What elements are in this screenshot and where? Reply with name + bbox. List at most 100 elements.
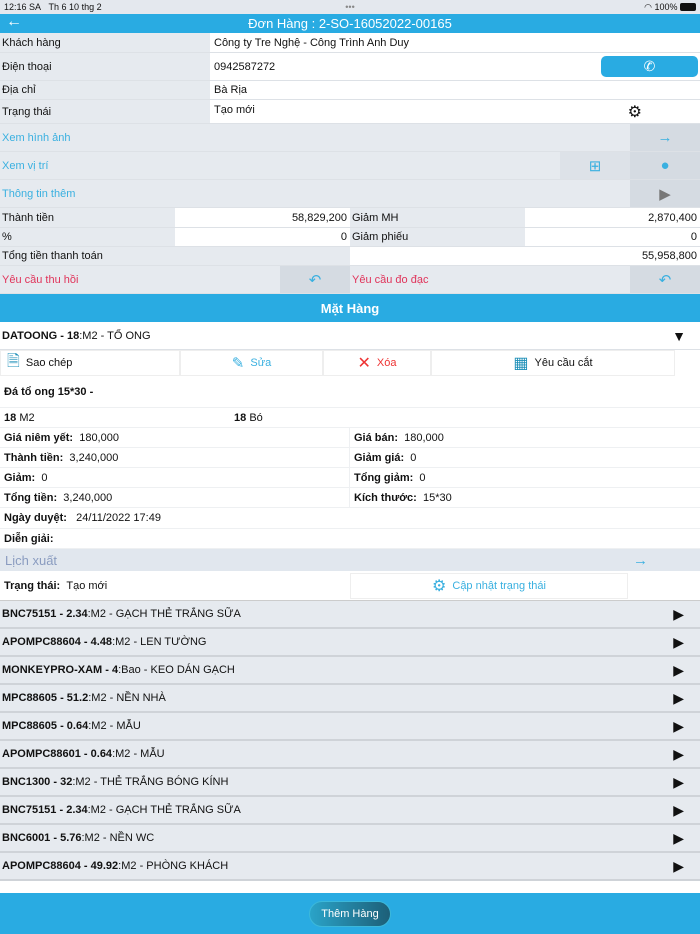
label: Giảm phiếu xyxy=(350,228,525,246)
label: Tổng tiền thanh toán xyxy=(0,247,350,265)
page-title: Đơn Hàng : 2-SO-16052022-00165 xyxy=(248,16,452,31)
address-row: Địa chỉ Bà Rịa xyxy=(0,81,700,100)
expand-triangle-icon[interactable]: ▶ xyxy=(673,774,684,791)
list-item[interactable]: MONKEYPRO-XAM - 4:Bao - KEO DÁN GẠCH ▶ xyxy=(0,657,700,685)
expand-triangle-icon[interactable]: ▶ xyxy=(673,858,684,875)
pencil-icon: ✎ xyxy=(231,355,245,372)
list-item[interactable]: APOMPC88601 - 0.64:M2 - MẪU ▶ xyxy=(0,741,700,769)
qty1: 18 xyxy=(4,411,17,424)
expand-triangle-icon[interactable]: ▶ xyxy=(673,690,684,707)
item-code: BNC75151 - 2.34 xyxy=(2,804,88,816)
battery-icon xyxy=(680,3,696,11)
item-unit: :M2 - NỀN WC xyxy=(81,832,155,844)
value: 15*30 xyxy=(422,491,452,504)
recall-request-link[interactable]: Yêu cầu thu hồi xyxy=(0,274,280,286)
call-button[interactable]: ✆ xyxy=(601,56,698,77)
add-item-button[interactable]: Thêm Hàng xyxy=(309,900,391,927)
gear-icon[interactable]: ⚙ xyxy=(628,102,642,122)
quantity-row: 18 M2 18 Bó xyxy=(0,408,700,428)
schedule-row[interactable]: Lịch xuất → xyxy=(0,549,700,571)
date: Th 6 10 thg 2 xyxy=(48,2,102,12)
expand-triangle-icon[interactable]: ▶ xyxy=(673,746,684,763)
list-item[interactable]: APOMPC88604 - 4.48:M2 - LEN TƯỜNG ▶ xyxy=(0,629,700,657)
expand-triangle-icon[interactable]: ▶ xyxy=(673,718,684,735)
item-code: BNC6001 - 5.76 xyxy=(2,832,82,844)
view-location-link[interactable]: Xem vị trí xyxy=(0,160,560,172)
value: 180,000 xyxy=(79,431,119,444)
undo-icon[interactable]: ↶ xyxy=(280,266,350,293)
delete-button[interactable]: ✕ Xóa xyxy=(323,350,431,376)
play-icon[interactable]: ▶ xyxy=(630,180,700,207)
value: 3,240,000 xyxy=(69,451,119,464)
expand-triangle-icon[interactable]: ▶ xyxy=(673,634,684,651)
label: Kích thước: xyxy=(354,491,417,504)
label: Thành tiền: xyxy=(4,451,64,464)
cut-request-button[interactable]: ▦ Yêu cầu cắt xyxy=(431,350,675,376)
detail-row: Giảm: 0 Tổng giảm: 0 xyxy=(0,468,700,488)
subtotal-row: Thành tiền 58,829,200 Giảm MH 2,870,400 xyxy=(0,208,700,228)
detail-row: Tổng tiền: 3,240,000 Kích thước: 15*30 xyxy=(0,488,700,508)
update-status-button[interactable]: ⚙ Cập nhật trạng thái xyxy=(350,572,628,599)
list-item[interactable]: BNC6001 - 5.76:M2 - NỀN WC ▶ xyxy=(0,825,700,853)
item-unit: :M2 - THẺ TRẮNG BÓNG KÍNH xyxy=(72,776,229,788)
item-code: APOMPC88604 - 49.92 xyxy=(2,860,119,872)
expanded-item-header[interactable]: DATOONG - 18:M2 - TỔ ONG ▼ xyxy=(0,322,700,350)
edit-button[interactable]: ✎ Sửa xyxy=(180,350,323,376)
qty1-unit: M2 xyxy=(19,411,35,424)
copy-button[interactable]: 🗎 Sao chép xyxy=(0,350,180,376)
back-arrow-icon[interactable]: ← xyxy=(6,13,22,31)
add-location-icon[interactable]: ⊞ xyxy=(560,152,630,179)
more-info-row[interactable]: Thông tin thêm ▶ xyxy=(0,180,700,208)
list-item[interactable]: MPC88605 - 0.64:M2 - MẪU ▶ xyxy=(0,713,700,741)
item-code: MPC88605 - 0.64 xyxy=(2,720,89,732)
time: 12:16 SA xyxy=(4,2,42,12)
expand-triangle-icon[interactable]: ▶ xyxy=(673,662,684,679)
schedule-link[interactable]: Lịch xuất xyxy=(5,553,57,568)
item-code: BNC1300 - 32 xyxy=(2,776,73,788)
view-images-row[interactable]: Xem hình ảnh → xyxy=(0,124,700,152)
label: Tổng giảm: xyxy=(354,471,414,484)
list-item[interactable]: BNC75151 - 2.34:M2 - GẠCH THẺ TRẮNG SỮA ▶ xyxy=(0,601,700,629)
list-item[interactable]: BNC1300 - 32:M2 - THẺ TRẮNG BÓNG KÍNH ▶ xyxy=(0,769,700,797)
view-location-row[interactable]: Xem vị trí ⊞ ● xyxy=(0,152,700,180)
map-pin-icon[interactable]: ● xyxy=(630,152,700,179)
wifi-icon: ◠ xyxy=(644,1,655,12)
item-status-row: Trạng thái: Tạo mới ⚙ Cập nhật trạng thái xyxy=(0,571,700,601)
item-code: MONKEYPRO-XAM - 4 xyxy=(2,664,119,676)
copy-label: Sao chép xyxy=(25,357,73,369)
item-unit: :M2 - LEN TƯỜNG xyxy=(112,636,207,648)
list-item[interactable]: MPC88605 - 51.2:M2 - NỀN NHÀ ▶ xyxy=(0,685,700,713)
approved-value: 24/11/2022 17:49 xyxy=(76,512,161,524)
more-info-link[interactable]: Thông tin thêm xyxy=(0,188,630,200)
expand-triangle-icon[interactable]: ▶ xyxy=(673,606,684,623)
view-images-link[interactable]: Xem hình ảnh xyxy=(0,132,630,144)
document-icon: 🗎 xyxy=(7,352,20,370)
list-item[interactable]: APOMPC88604 - 49.92:M2 - PHÒNG KHÁCH ▶ xyxy=(0,853,700,881)
disc-mh-value: 2,870,400 xyxy=(648,211,697,224)
measure-request-link[interactable]: Yêu cầu đo đạc xyxy=(350,274,630,286)
arrow-right-icon[interactable]: → xyxy=(630,124,700,151)
value: 0 xyxy=(419,471,426,484)
arrow-right-icon[interactable]: → xyxy=(633,552,648,569)
label: Thành tiền xyxy=(0,208,175,227)
item-code: DATOONG - 18 xyxy=(2,329,80,342)
qty2-unit: Bó xyxy=(249,411,263,424)
gear-icon: ⚙ xyxy=(432,577,447,595)
x-icon: ✕ xyxy=(357,355,371,372)
label: % xyxy=(0,228,175,246)
item-unit: :M2 - TỔ ONG xyxy=(79,329,151,342)
subtotal-value: 58,829,200 xyxy=(291,211,347,224)
status-value: Tạo mới xyxy=(214,104,255,116)
battery: 100% xyxy=(654,2,678,12)
item-unit: :Bao - KEO DÁN GẠCH xyxy=(118,664,235,676)
collapse-triangle-icon[interactable]: ▼ xyxy=(672,328,686,344)
label: Giảm: xyxy=(4,471,36,484)
expand-triangle-icon[interactable]: ▶ xyxy=(673,802,684,819)
value: 0 xyxy=(410,451,417,464)
label: Trạng thái: xyxy=(4,579,61,592)
list-item[interactable]: BNC75151 - 2.34:M2 - GẠCH THẺ TRẮNG SỮA ▶ xyxy=(0,797,700,825)
customer-row: Khách hàng Công ty Tre Nghệ - Công Trình … xyxy=(0,33,700,53)
undo-icon[interactable]: ↶ xyxy=(630,266,700,293)
label: Khách hàng xyxy=(0,33,210,52)
expand-triangle-icon[interactable]: ▶ xyxy=(673,830,684,847)
